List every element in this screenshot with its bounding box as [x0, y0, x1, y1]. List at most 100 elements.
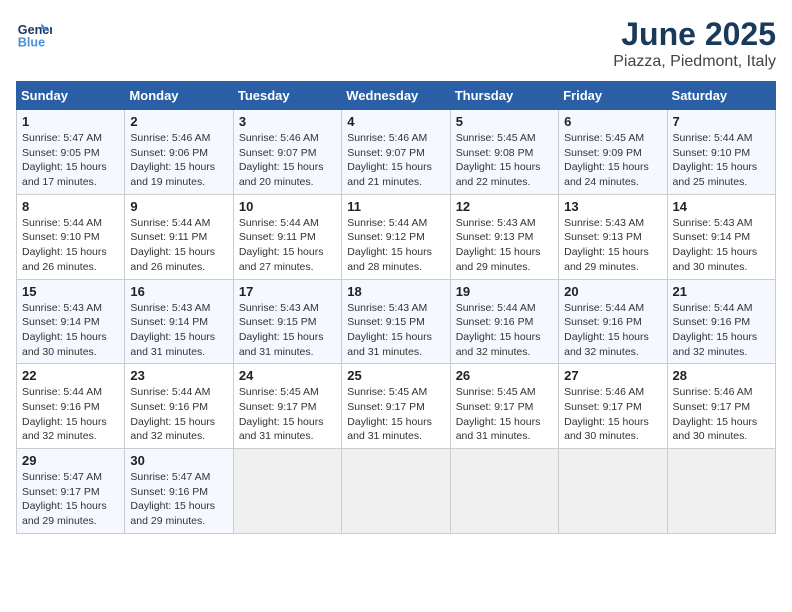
calendar-cell: 4 Sunrise: 5:46 AMSunset: 9:07 PMDaylight…: [342, 110, 450, 195]
calendar-cell: [450, 449, 558, 534]
header: General Blue June 2025 Piazza, Piedmont,…: [16, 16, 776, 71]
title-area: June 2025 Piazza, Piedmont, Italy: [613, 16, 776, 71]
logo: General Blue: [16, 16, 52, 52]
day-number: 22: [22, 368, 119, 383]
day-detail: Sunrise: 5:46 AMSunset: 9:17 PMDaylight:…: [564, 385, 661, 444]
day-detail: Sunrise: 5:44 AMSunset: 9:16 PMDaylight:…: [673, 301, 770, 360]
day-detail: Sunrise: 5:46 AMSunset: 9:06 PMDaylight:…: [130, 131, 227, 190]
calendar-table: SundayMondayTuesdayWednesdayThursdayFrid…: [16, 81, 776, 534]
day-detail: Sunrise: 5:43 AMSunset: 9:15 PMDaylight:…: [347, 301, 444, 360]
calendar-cell: 3Sunrise: 5:46 AMSunset: 9:07 PMDaylight…: [233, 110, 341, 195]
day-number: 10: [239, 199, 336, 214]
day-number: 8: [22, 199, 119, 214]
logo-icon: General Blue: [16, 16, 52, 52]
calendar-cell: 13 Sunrise: 5:43 AMSunset: 9:13 PMDayligh…: [559, 194, 667, 279]
calendar-cell: 17 Sunrise: 5:43 AMSunset: 9:15 PMDayligh…: [233, 279, 341, 364]
header-day: Monday: [125, 82, 233, 110]
day-number: 12: [456, 199, 553, 214]
calendar-cell: 30Sunrise: 5:47 AMSunset: 9:16 PMDayligh…: [125, 449, 233, 534]
day-number: 5: [456, 114, 553, 129]
day-detail: Sunrise: 5:47 AMSunset: 9:16 PMDaylight:…: [130, 470, 227, 529]
day-detail: Sunrise: 5:44 AMSunset: 9:11 PMDaylight:…: [130, 216, 227, 275]
day-detail: Sunrise: 5:47 AMSunset: 9:05 PMDaylight:…: [22, 131, 119, 190]
calendar-cell: 6 Sunrise: 5:45 AMSunset: 9:09 PMDaylight…: [559, 110, 667, 195]
calendar-cell: 5 Sunrise: 5:45 AMSunset: 9:08 PMDaylight…: [450, 110, 558, 195]
calendar-cell: 11Sunrise: 5:44 AMSunset: 9:12 PMDayligh…: [342, 194, 450, 279]
day-number: 6: [564, 114, 661, 129]
calendar-cell: 14Sunrise: 5:43 AMSunset: 9:14 PMDayligh…: [667, 194, 775, 279]
calendar-cell: [667, 449, 775, 534]
calendar-cell: 26 Sunrise: 5:45 AMSunset: 9:17 PMDayligh…: [450, 364, 558, 449]
calendar-cell: 29 Sunrise: 5:47 AMSunset: 9:17 PMDayligh…: [17, 449, 125, 534]
day-number: 3: [239, 114, 336, 129]
day-number: 9: [130, 199, 227, 214]
day-detail: Sunrise: 5:46 AMSunset: 9:07 PMDaylight:…: [347, 131, 444, 190]
day-number: 23: [130, 368, 227, 383]
calendar-cell: 27Sunrise: 5:46 AMSunset: 9:17 PMDayligh…: [559, 364, 667, 449]
day-number: 18: [347, 284, 444, 299]
calendar-cell: 20 Sunrise: 5:44 AMSunset: 9:16 PMDayligh…: [559, 279, 667, 364]
day-number: 29: [22, 453, 119, 468]
day-detail: Sunrise: 5:44 AMSunset: 9:16 PMDaylight:…: [564, 301, 661, 360]
calendar-week-row: 8 Sunrise: 5:44 AMSunset: 9:10 PMDaylight…: [17, 194, 776, 279]
calendar-cell: 24 Sunrise: 5:45 AMSunset: 9:17 PMDayligh…: [233, 364, 341, 449]
calendar-week-row: 15 Sunrise: 5:43 AMSunset: 9:14 PMDayligh…: [17, 279, 776, 364]
day-detail: Sunrise: 5:44 AMSunset: 9:10 PMDaylight:…: [673, 131, 770, 190]
calendar-cell: 23 Sunrise: 5:44 AMSunset: 9:16 PMDayligh…: [125, 364, 233, 449]
day-number: 25: [347, 368, 444, 383]
header-day: Tuesday: [233, 82, 341, 110]
calendar-subtitle: Piazza, Piedmont, Italy: [613, 53, 776, 71]
calendar-cell: 19 Sunrise: 5:44 AMSunset: 9:16 PMDayligh…: [450, 279, 558, 364]
day-detail: Sunrise: 5:45 AMSunset: 9:08 PMDaylight:…: [456, 131, 553, 190]
day-number: 2: [130, 114, 227, 129]
day-number: 15: [22, 284, 119, 299]
calendar-cell: 21Sunrise: 5:44 AMSunset: 9:16 PMDayligh…: [667, 279, 775, 364]
day-detail: Sunrise: 5:44 AMSunset: 9:16 PMDaylight:…: [22, 385, 119, 444]
calendar-cell: 8 Sunrise: 5:44 AMSunset: 9:10 PMDaylight…: [17, 194, 125, 279]
day-detail: Sunrise: 5:44 AMSunset: 9:16 PMDaylight:…: [456, 301, 553, 360]
calendar-cell: 25 Sunrise: 5:45 AMSunset: 9:17 PMDayligh…: [342, 364, 450, 449]
day-number: 4: [347, 114, 444, 129]
header-row: SundayMondayTuesdayWednesdayThursdayFrid…: [17, 82, 776, 110]
day-detail: Sunrise: 5:43 AMSunset: 9:13 PMDaylight:…: [564, 216, 661, 275]
svg-text:Blue: Blue: [18, 36, 45, 50]
day-number: 17: [239, 284, 336, 299]
calendar-cell: 1Sunrise: 5:47 AMSunset: 9:05 PMDaylight…: [17, 110, 125, 195]
day-detail: Sunrise: 5:43 AMSunset: 9:15 PMDaylight:…: [239, 301, 336, 360]
calendar-week-row: 1Sunrise: 5:47 AMSunset: 9:05 PMDaylight…: [17, 110, 776, 195]
calendar-cell: 10 Sunrise: 5:44 AMSunset: 9:11 PMDayligh…: [233, 194, 341, 279]
calendar-cell: 16 Sunrise: 5:43 AMSunset: 9:14 PMDayligh…: [125, 279, 233, 364]
calendar-title: June 2025: [613, 16, 776, 53]
calendar-cell: 7 Sunrise: 5:44 AMSunset: 9:10 PMDaylight…: [667, 110, 775, 195]
day-detail: Sunrise: 5:43 AMSunset: 9:14 PMDaylight:…: [130, 301, 227, 360]
day-number: 20: [564, 284, 661, 299]
day-detail: Sunrise: 5:45 AMSunset: 9:17 PMDaylight:…: [239, 385, 336, 444]
day-number: 28: [673, 368, 770, 383]
day-detail: Sunrise: 5:43 AMSunset: 9:14 PMDaylight:…: [22, 301, 119, 360]
day-number: 11: [347, 199, 444, 214]
header-day: Sunday: [17, 82, 125, 110]
day-detail: Sunrise: 5:45 AMSunset: 9:09 PMDaylight:…: [564, 131, 661, 190]
day-number: 19: [456, 284, 553, 299]
day-number: 24: [239, 368, 336, 383]
calendar-cell: 9 Sunrise: 5:44 AMSunset: 9:11 PMDaylight…: [125, 194, 233, 279]
day-detail: Sunrise: 5:44 AMSunset: 9:16 PMDaylight:…: [130, 385, 227, 444]
day-number: 7: [673, 114, 770, 129]
header-day: Wednesday: [342, 82, 450, 110]
day-detail: Sunrise: 5:44 AMSunset: 9:11 PMDaylight:…: [239, 216, 336, 275]
day-number: 26: [456, 368, 553, 383]
calendar-week-row: 29 Sunrise: 5:47 AMSunset: 9:17 PMDayligh…: [17, 449, 776, 534]
day-number: 13: [564, 199, 661, 214]
day-detail: Sunrise: 5:43 AMSunset: 9:13 PMDaylight:…: [456, 216, 553, 275]
day-detail: Sunrise: 5:45 AMSunset: 9:17 PMDaylight:…: [347, 385, 444, 444]
calendar-cell: [342, 449, 450, 534]
day-detail: Sunrise: 5:44 AMSunset: 9:10 PMDaylight:…: [22, 216, 119, 275]
day-number: 14: [673, 199, 770, 214]
header-day: Thursday: [450, 82, 558, 110]
calendar-cell: [233, 449, 341, 534]
day-detail: Sunrise: 5:47 AMSunset: 9:17 PMDaylight:…: [22, 470, 119, 529]
day-number: 16: [130, 284, 227, 299]
day-detail: Sunrise: 5:45 AMSunset: 9:17 PMDaylight:…: [456, 385, 553, 444]
calendar-cell: 15 Sunrise: 5:43 AMSunset: 9:14 PMDayligh…: [17, 279, 125, 364]
calendar-cell: 12 Sunrise: 5:43 AMSunset: 9:13 PMDayligh…: [450, 194, 558, 279]
